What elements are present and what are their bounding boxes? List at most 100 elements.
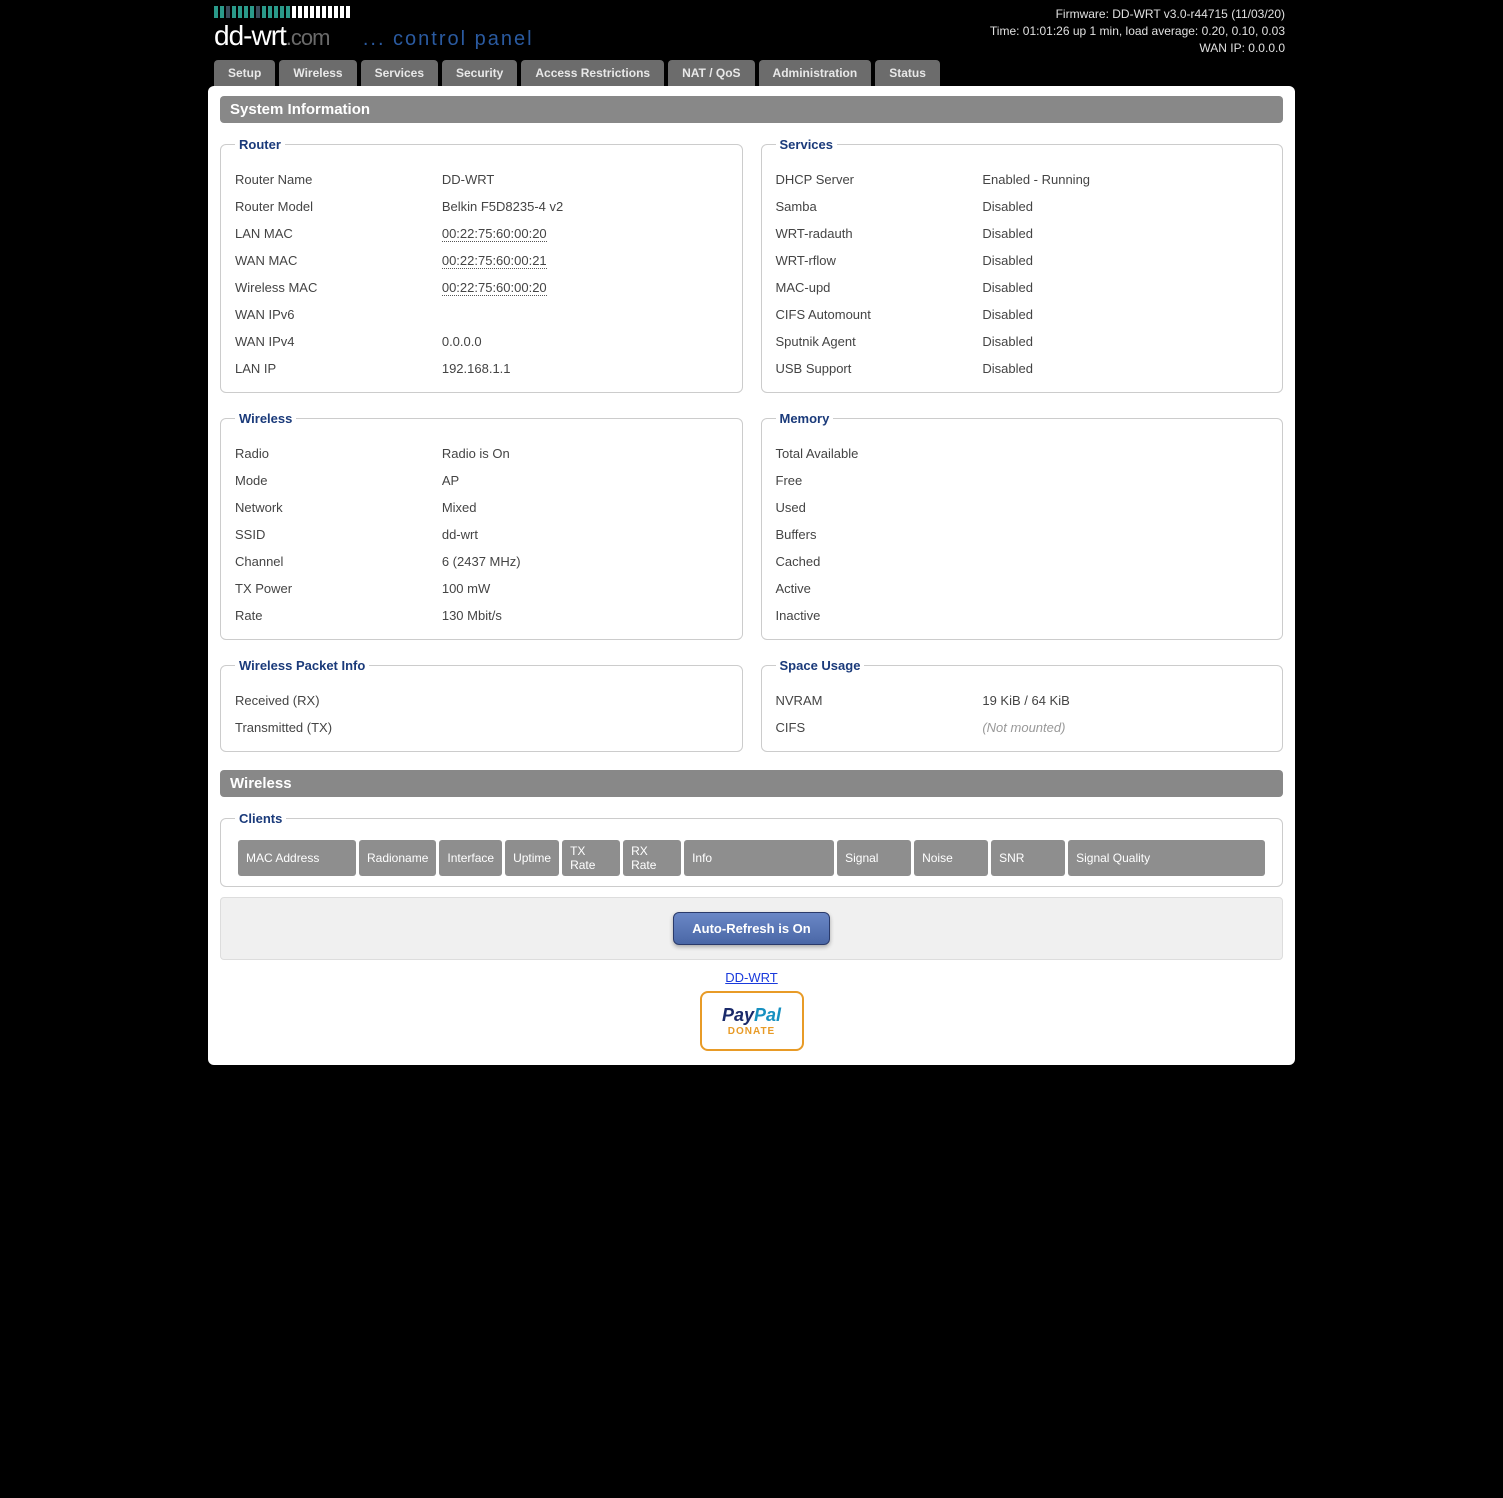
clients-header-interface[interactable]: Interface <box>439 840 502 876</box>
donate-label: DONATE <box>728 1026 775 1037</box>
services-row: CIFS AutomountDisabled <box>776 301 1269 328</box>
memory-row: Buffers <box>776 521 1269 548</box>
tab-security[interactable]: Security <box>442 60 517 86</box>
wan-ip-line: WAN IP: 0.0.0.0 <box>990 40 1285 57</box>
router-value: Belkin F5D8235-4 v2 <box>442 199 728 214</box>
tab-access-restrictions[interactable]: Access Restrictions <box>521 60 664 86</box>
content-area: System Information RouterRouter NameDD-W… <box>208 86 1295 1065</box>
services-row: WRT-rflowDisabled <box>776 247 1269 274</box>
space-row: NVRAM19 KiB / 64 KiB <box>776 687 1269 714</box>
router-value: 00:22:75:60:00:20 <box>442 226 728 241</box>
router-key: Router Name <box>235 172 442 187</box>
wireless-key: SSID <box>235 527 442 542</box>
packet-fieldset: Wireless Packet Info Received (RX) Transmi… <box>220 658 743 752</box>
wireless-key: Network <box>235 500 442 515</box>
wireless-row: SSIDdd-wrt <box>235 521 728 548</box>
space-fieldset: Space UsageNVRAM19 KiB / 64 KiBCIFS(Not … <box>761 658 1284 752</box>
router-row: Wireless MAC00:22:75:60:00:20 <box>235 274 728 301</box>
packet-key: Transmitted (TX) <box>235 720 442 735</box>
services-key: WRT-radauth <box>776 226 983 241</box>
services-key: USB Support <box>776 361 983 376</box>
services-value: Enabled - Running <box>982 172 1268 187</box>
wireless-fieldset: WirelessRadioRadio is OnModeAPNetworkMix… <box>220 411 743 640</box>
memory-key: Buffers <box>776 527 983 542</box>
clients-header-mac-address[interactable]: MAC Address <box>238 840 356 876</box>
paypal-logo: PayPal <box>722 1006 781 1024</box>
memory-key: Cached <box>776 554 983 569</box>
logo-subtitle: ... control panel <box>363 28 534 50</box>
wireless-key: TX Power <box>235 581 442 596</box>
router-legend: Router <box>235 137 285 152</box>
services-value: Disabled <box>982 226 1268 241</box>
wireless-key: Radio <box>235 446 442 461</box>
space-key: NVRAM <box>776 693 983 708</box>
packet-legend: Wireless Packet Info <box>235 658 369 673</box>
clients-table: MAC AddressRadionameInterfaceUptimeTX Ra… <box>235 840 1268 876</box>
clients-header-tx-rate[interactable]: TX Rate <box>562 840 620 876</box>
router-row: WAN IPv6 <box>235 301 728 328</box>
header: dd-wrt.com ... control panel Firmware: D… <box>204 0 1299 60</box>
clients-header-radioname[interactable]: Radioname <box>359 840 436 876</box>
memory-value <box>982 473 1268 488</box>
main-tabs: SetupWirelessServicesSecurityAccess Rest… <box>204 60 1299 86</box>
tab-administration[interactable]: Administration <box>759 60 872 86</box>
clients-header-info[interactable]: Info <box>684 840 834 876</box>
router-key: WAN IPv4 <box>235 334 442 349</box>
router-key: Router Model <box>235 199 442 214</box>
services-key: CIFS Automount <box>776 307 983 322</box>
router-value: DD-WRT <box>442 172 728 187</box>
router-key: LAN MAC <box>235 226 442 241</box>
logo-ticks <box>214 6 534 18</box>
clients-header-snr[interactable]: SNR <box>991 840 1065 876</box>
clients-header-uptime[interactable]: Uptime <box>505 840 559 876</box>
firmware-line: Firmware: DD-WRT v3.0-r44715 (11/03/20) <box>990 6 1285 23</box>
router-key: WAN IPv6 <box>235 307 442 322</box>
memory-value <box>982 581 1268 596</box>
ddwrt-link[interactable]: DD-WRT <box>725 970 777 985</box>
tab-wireless[interactable]: Wireless <box>279 60 356 86</box>
services-value: Disabled <box>982 253 1268 268</box>
memory-key: Total Available <box>776 446 983 461</box>
wireless-row: ModeAP <box>235 467 728 494</box>
router-row: Router NameDD-WRT <box>235 166 728 193</box>
services-key: WRT-rflow <box>776 253 983 268</box>
memory-value <box>982 500 1268 515</box>
tab-nat-qos[interactable]: NAT / QoS <box>668 60 754 86</box>
router-key: LAN IP <box>235 361 442 376</box>
tab-services[interactable]: Services <box>361 60 438 86</box>
clients-header-noise[interactable]: Noise <box>914 840 988 876</box>
services-value: Disabled <box>982 334 1268 349</box>
services-value: Disabled <box>982 307 1268 322</box>
services-row: SambaDisabled <box>776 193 1269 220</box>
clients-fieldset: Clients MAC AddressRadionameInterfaceUpt… <box>220 811 1283 887</box>
router-row: LAN IP192.168.1.1 <box>235 355 728 382</box>
router-row: Router ModelBelkin F5D8235-4 v2 <box>235 193 728 220</box>
wireless-key: Channel <box>235 554 442 569</box>
packet-value <box>442 720 728 735</box>
memory-value <box>982 446 1268 461</box>
donate-button[interactable]: PayPal DONATE <box>700 991 804 1051</box>
memory-value <box>982 608 1268 623</box>
clients-header-signal[interactable]: Signal <box>837 840 911 876</box>
services-row: DHCP ServerEnabled - Running <box>776 166 1269 193</box>
wireless-value: 6 (2437 MHz) <box>442 554 728 569</box>
clients-header-signal-quality[interactable]: Signal Quality <box>1068 840 1265 876</box>
memory-key: Used <box>776 500 983 515</box>
packet-row: Received (RX) <box>235 687 728 714</box>
tab-status[interactable]: Status <box>875 60 940 86</box>
packet-row: Transmitted (TX) <box>235 714 728 741</box>
tab-setup[interactable]: Setup <box>214 60 275 86</box>
wireless-value: Mixed <box>442 500 728 515</box>
memory-row: Total Available <box>776 440 1269 467</box>
router-key: WAN MAC <box>235 253 442 268</box>
footer-bar: Auto-Refresh is On <box>220 897 1283 960</box>
router-row: WAN MAC00:22:75:60:00:21 <box>235 247 728 274</box>
logo: dd-wrt.com ... control panel <box>214 6 534 52</box>
services-value: Disabled <box>982 361 1268 376</box>
router-row: LAN MAC00:22:75:60:00:20 <box>235 220 728 247</box>
memory-row: Inactive <box>776 602 1269 629</box>
clients-header-rx-rate[interactable]: RX Rate <box>623 840 681 876</box>
auto-refresh-button[interactable]: Auto-Refresh is On <box>673 912 829 945</box>
memory-value <box>982 554 1268 569</box>
memory-key: Active <box>776 581 983 596</box>
